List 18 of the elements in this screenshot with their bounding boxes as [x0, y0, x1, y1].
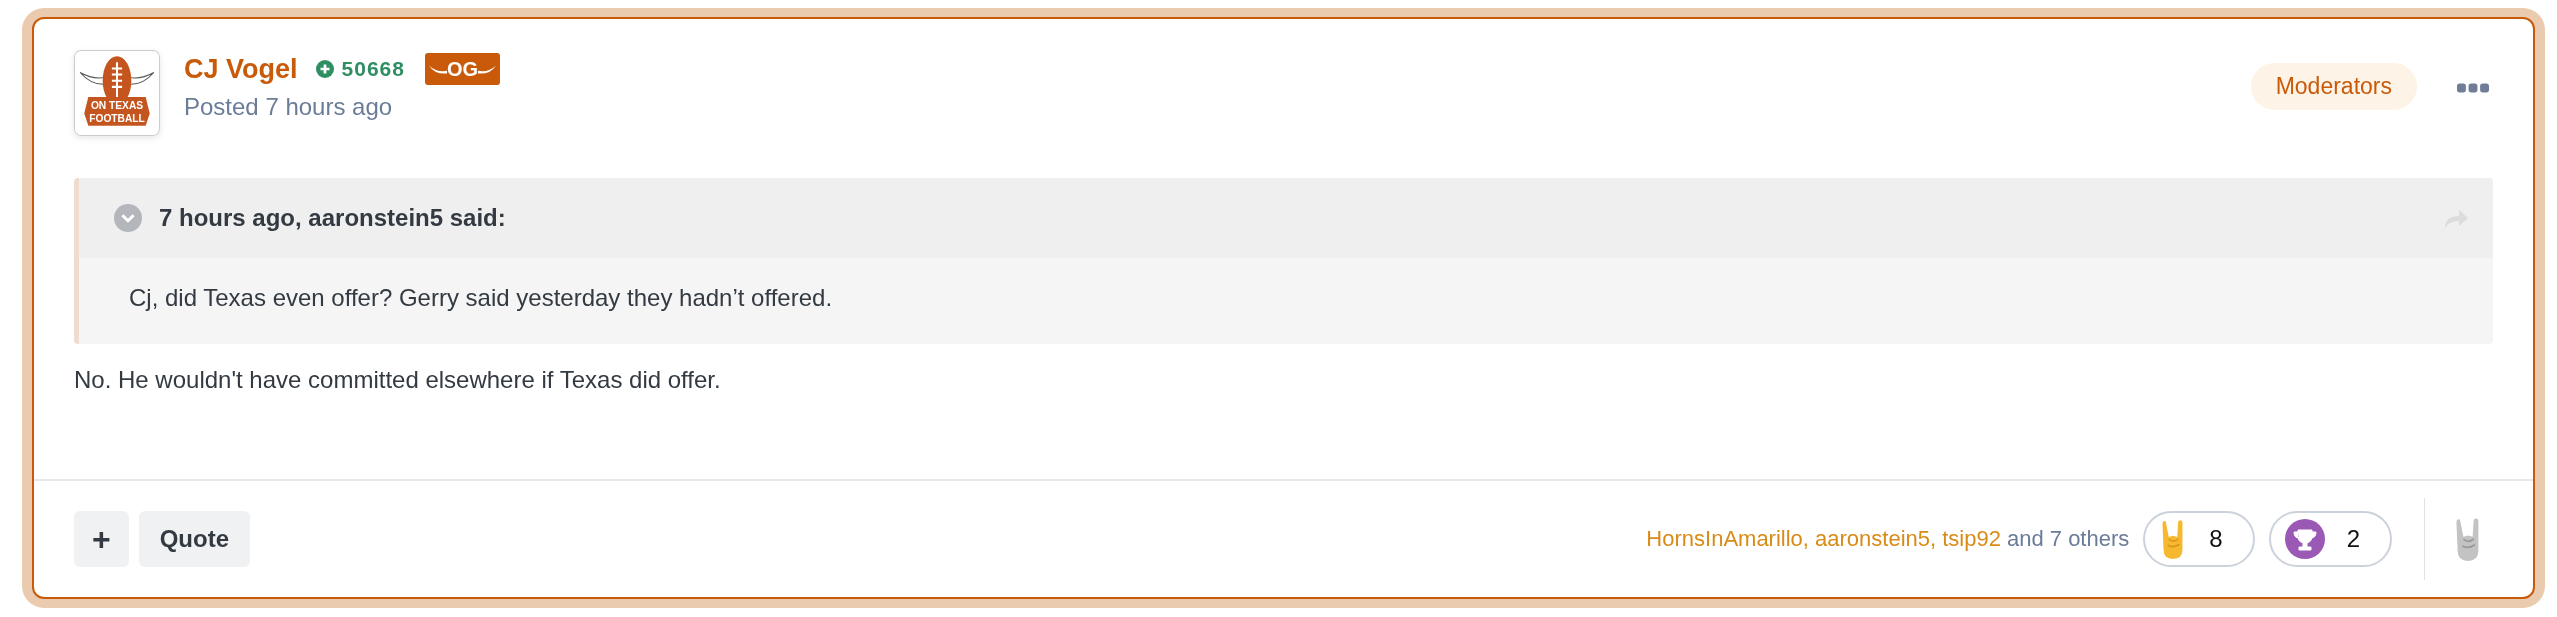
post-time: Posted 7 hours ago — [184, 93, 394, 121]
more-options-icon[interactable] — [2457, 82, 2489, 94]
post-text: No. He wouldn't have committed elsewhere if Texas did offer. — [74, 366, 722, 394]
others-count[interactable]: and 7 others — [2006, 526, 2130, 552]
group-tag: Moderators — [2250, 63, 2417, 110]
avatar-logo[interactable]: ON TEXAS FOOTBALL — [74, 50, 160, 136]
quote-button[interactable]: Quote — [138, 511, 250, 567]
plus-circle-icon — [315, 60, 334, 78]
member-badge: OG — [424, 53, 501, 85]
add-button[interactable]: + — [74, 511, 129, 567]
author-name[interactable]: CJ Vogel — [184, 53, 298, 85]
quote-text: Cj, did Texas even offer? Gerry said yesterday they hadn’t offered. — [128, 283, 834, 313]
reaction-pill[interactable]: 2 — [2268, 511, 2392, 567]
quote-citation: 7 hours ago, aaronstein5 said: — [159, 204, 506, 232]
trophy-icon — [2284, 519, 2325, 559]
collapse-icon[interactable] — [114, 204, 142, 232]
reaction-pill[interactable]: 8 — [2143, 511, 2255, 567]
reputation-count: 50668 — [341, 57, 405, 81]
